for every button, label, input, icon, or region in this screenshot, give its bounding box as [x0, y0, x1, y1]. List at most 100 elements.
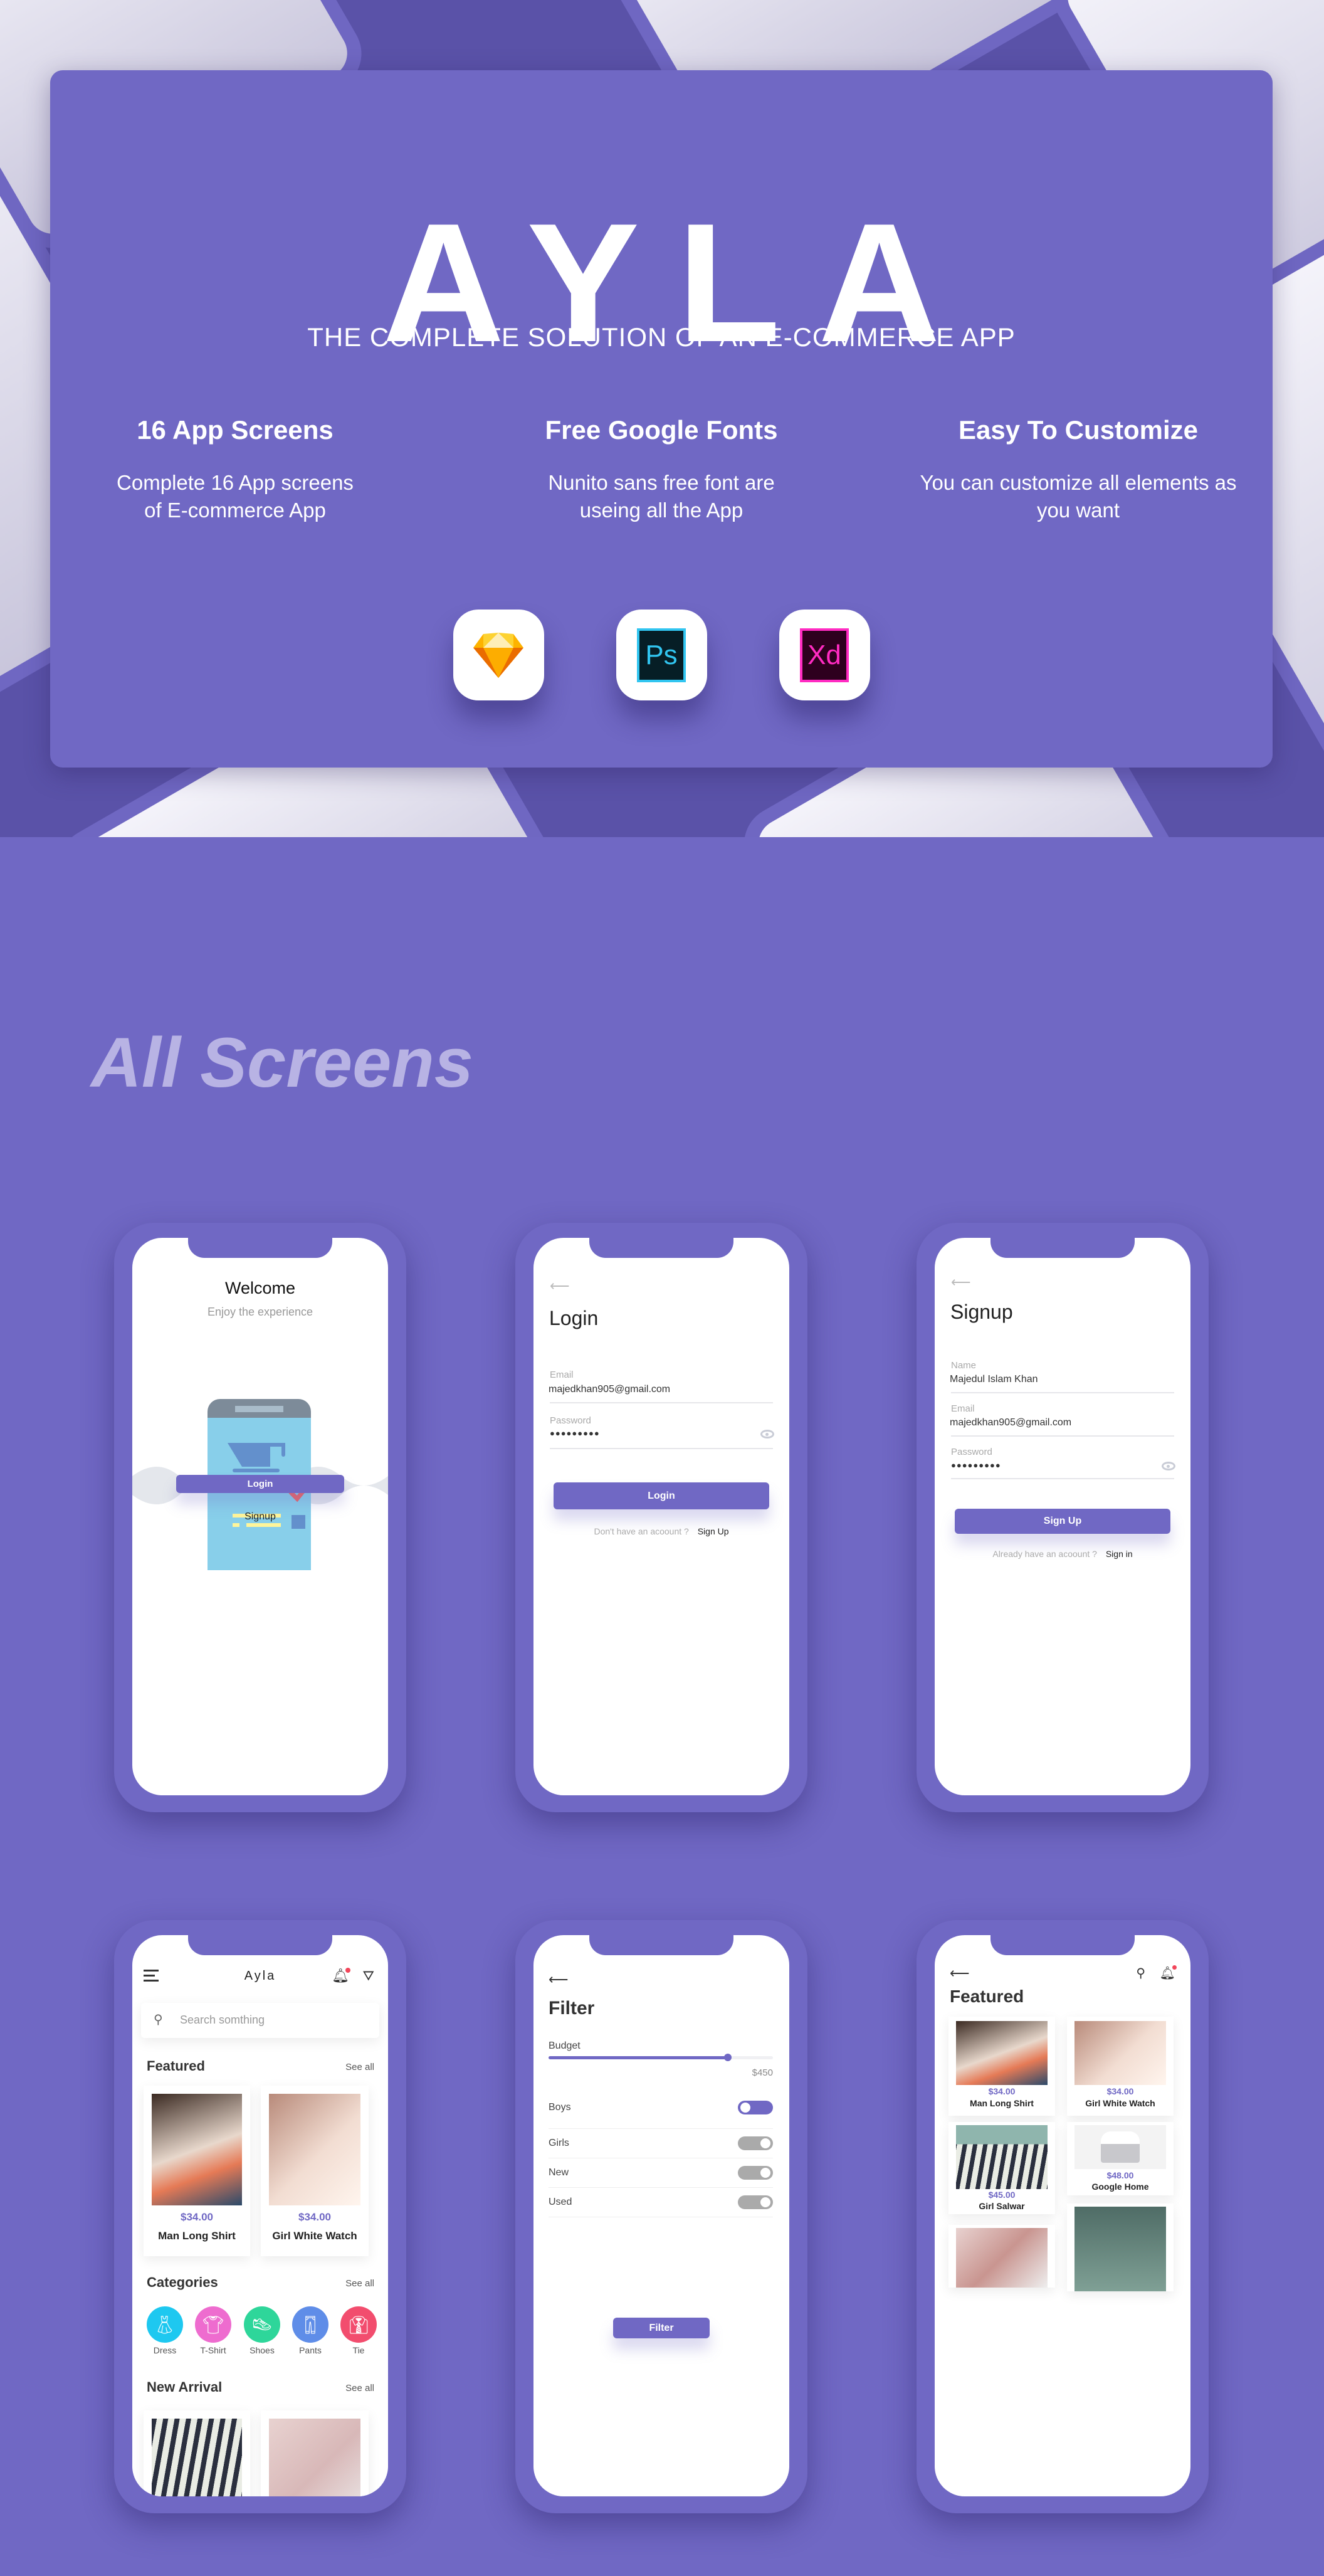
section-title: All Screens [91, 1023, 474, 1102]
name-field[interactable]: Majedul Islam Khan [950, 1374, 1038, 1385]
category-dress[interactable]: 👗︎ Dress [147, 2306, 183, 2355]
tshirt-icon: 👕︎ [195, 2306, 231, 2343]
back-arrow-icon[interactable]: ⟵ [950, 1965, 970, 1982]
feature-desc: Nunito sans free font are useing all the… [548, 471, 775, 522]
toggle-knob [760, 2197, 770, 2207]
email-field[interactable]: majedkhan905@gmail.com [549, 1384, 670, 1395]
phone-home: Ayla 🔔︎ ⛛ ⚲ Search somthing Featured See… [114, 1920, 406, 2513]
filter-button[interactable]: Filter [613, 2318, 710, 2338]
notification-dot [345, 1968, 350, 1973]
welcome-signup-link[interactable]: Signup [132, 1511, 388, 1523]
product-image [269, 2094, 360, 2205]
home-screen: Ayla 🔔︎ ⛛ ⚲ Search somthing Featured See… [132, 1935, 388, 2496]
budget-slider[interactable] [549, 2054, 773, 2061]
product-card[interactable]: $45.00 Girl Salwar [948, 2122, 1055, 2214]
product-card[interactable]: $34.00 Man Long Shirt [144, 2086, 250, 2256]
email-field[interactable]: majedkhan905@gmail.com [950, 1417, 1071, 1428]
product-image [956, 2125, 1048, 2189]
new-toggle[interactable] [738, 2166, 773, 2180]
signup-button[interactable]: Sign Up [955, 1509, 1170, 1534]
product-image [956, 2021, 1048, 2085]
product-card[interactable] [144, 2410, 250, 2496]
signin-link[interactable]: Sign in [1106, 1549, 1133, 1559]
hero-section: AYLA THE COMPLETE SOLUTION OF AN E-COMME… [0, 0, 1324, 837]
tagline: THE COMPLETE SOLUTION OF AN E-COMMERCE A… [307, 322, 1016, 352]
category-pants[interactable]: 👖︎ Pants [292, 2306, 328, 2355]
product-image [152, 2094, 242, 2205]
new-arrival-heading: New Arrival [147, 2379, 223, 2395]
product-card[interactable]: $34.00 Girl White Watch [261, 2086, 369, 2256]
product-card[interactable] [1067, 2204, 1174, 2291]
back-arrow-icon[interactable]: ⟵ [951, 1274, 971, 1291]
product-image [269, 2419, 360, 2496]
signin-prompt: Already have an acoount ? Sign in [935, 1549, 1190, 1559]
category-tie[interactable]: 👔︎ Tie [340, 2306, 377, 2355]
boys-toggle[interactable] [738, 2101, 773, 2114]
login-button[interactable]: Login [554, 1482, 769, 1509]
back-arrow-icon[interactable]: ⟵ [549, 1972, 569, 1988]
phone-filter: ⟵ Filter Budget $450 Boys Girls New Used [515, 1920, 807, 2513]
tool-icons: Ps Xd [50, 610, 1273, 700]
toggle-knob [740, 2103, 750, 2113]
search-input[interactable]: Search somthing [180, 2014, 265, 2027]
product-card[interactable] [948, 2225, 1055, 2288]
filter-screen: ⟵ Filter Budget $450 Boys Girls New Used [533, 1935, 789, 2496]
sketch-icon [453, 610, 544, 700]
toggle-knob [760, 2168, 770, 2178]
feature-title: Free Google Fonts [545, 415, 778, 445]
feature-desc: You can customize all elements as you wa… [920, 471, 1237, 522]
filter-icon[interactable]: ⛛ [363, 1968, 374, 1984]
search-bar[interactable]: ⚲ Search somthing [141, 2003, 379, 2038]
featured-see-all[interactable]: See all [345, 2062, 374, 2072]
phone-notch [188, 1935, 332, 1955]
welcome-login-button[interactable]: Login [176, 1475, 344, 1493]
used-toggle[interactable] [738, 2195, 773, 2209]
signup-prompt: Don't have an acoount ? Sign Up [533, 1526, 789, 1536]
eye-icon[interactable] [760, 1430, 774, 1438]
bell-icon[interactable]: 🔔︎ [1160, 1965, 1177, 1981]
login-screen: ⟵ Login Email majedkhan905@gmail.com Pas… [533, 1238, 789, 1795]
pants-icon: 👖︎ [292, 2306, 328, 2343]
password-underline [951, 1478, 1174, 1479]
product-card[interactable]: $34.00 Man Long Shirt [948, 2017, 1055, 2116]
bell-icon[interactable]: 🔔︎ [332, 1968, 350, 1984]
filter-title: Filter [549, 1998, 595, 2019]
password-label: Password [951, 1447, 992, 1457]
email-underline [550, 1402, 773, 1403]
category-shoes[interactable]: 👟︎ Shoes [244, 2306, 280, 2355]
product-name: Google Home [1091, 2182, 1149, 2192]
phone-notch [990, 1935, 1135, 1955]
categories-heading: Categories [147, 2274, 218, 2290]
phone-notch [589, 1935, 733, 1955]
product-price: $48.00 [1106, 2170, 1134, 2180]
product-card[interactable] [261, 2410, 369, 2496]
new-arrival-see-all[interactable]: See all [345, 2383, 374, 2394]
xd-icon: Xd [779, 610, 870, 700]
eye-icon[interactable] [1162, 1462, 1175, 1470]
password-field[interactable]: ●●●●●●●●● [550, 1428, 600, 1438]
signup-link[interactable]: Sign Up [698, 1526, 729, 1536]
feature-title: Easy To Customize [959, 415, 1198, 445]
search-icon[interactable]: ⚲ [1136, 1965, 1145, 1981]
password-field[interactable]: ●●●●●●●●● [951, 1460, 1001, 1470]
category-tshirt[interactable]: 👕︎ T-Shirt [195, 2306, 231, 2355]
back-arrow-icon[interactable]: ⟵ [550, 1278, 570, 1294]
dress-icon: 👗︎ [147, 2306, 183, 2343]
feature-app-screens: 16 App Screens Complete 16 App screens o… [60, 415, 411, 524]
budget-slider-handle[interactable] [724, 2054, 732, 2061]
name-label: Name [951, 1360, 977, 1371]
product-image [956, 2228, 1048, 2288]
budget-value: $450 [752, 2067, 773, 2078]
product-price: $34.00 [1106, 2086, 1134, 2096]
signup-screen: ⟵ Signup Name Majedul Islam Khan Email m… [935, 1238, 1190, 1795]
phone-login: ⟵ Login Email majedkhan905@gmail.com Pas… [515, 1223, 807, 1812]
product-card[interactable]: $34.00 Girl White Watch [1067, 2017, 1174, 2116]
toggle-knob [760, 2138, 770, 2148]
password-label: Password [550, 1415, 591, 1426]
filter-option-new: New [549, 2158, 773, 2188]
categories-see-all[interactable]: See all [345, 2278, 374, 2289]
girls-toggle[interactable] [738, 2136, 773, 2150]
filter-option-girls: Girls [549, 2129, 773, 2158]
product-name: Girl White Watch [272, 2230, 357, 2242]
product-card[interactable]: $48.00 Google Home [1067, 2122, 1174, 2195]
